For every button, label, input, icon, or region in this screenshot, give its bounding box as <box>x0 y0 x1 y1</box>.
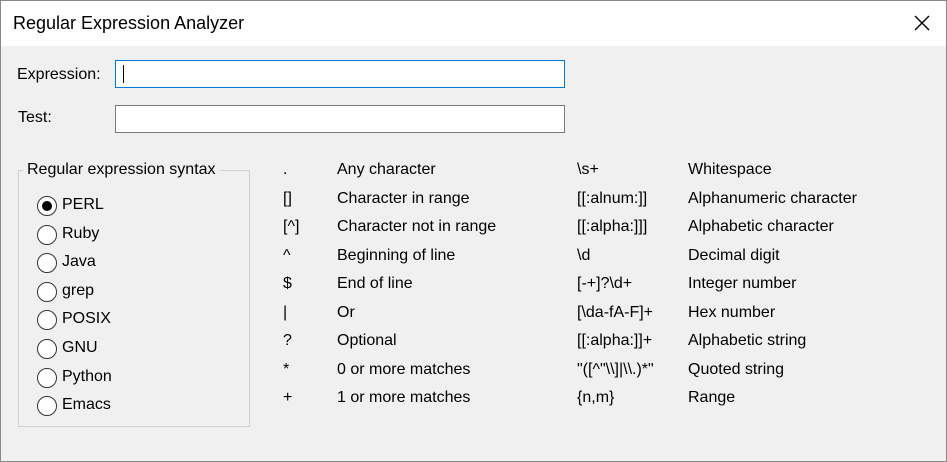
expression-input[interactable] <box>116 61 564 87</box>
radio-circle-icon[interactable] <box>37 367 57 388</box>
ref-description: Alphabetic character <box>688 218 834 235</box>
radio-option-label: POSIX <box>62 310 111 328</box>
test-input[interactable] <box>116 106 564 132</box>
test-label: Test: <box>18 109 52 126</box>
ref-description: Whitespace <box>688 161 772 178</box>
ref-symbol: ? <box>283 332 292 349</box>
text-caret <box>123 65 124 83</box>
ref-description: Alphabetic string <box>688 332 807 349</box>
radio-circle-icon[interactable] <box>37 196 57 216</box>
ref-symbol: * <box>283 360 290 378</box>
ref-description: Integer number <box>688 275 797 292</box>
ref-pattern: \s+ <box>577 161 599 178</box>
radio-option-label: Ruby <box>62 224 100 242</box>
ref-pattern: "([^"\\]|\\.)*" <box>577 360 654 378</box>
close-icon <box>914 15 930 31</box>
ref-description: Range <box>688 389 736 406</box>
ref-symbol: ^ <box>283 246 291 264</box>
ref-meaning: Any character <box>337 161 436 178</box>
ref-pattern: [\da-fA-F]+ <box>577 303 654 321</box>
ref-description: Hex number <box>688 303 776 321</box>
ref-meaning: 1 or more matches <box>337 389 471 406</box>
radio-circle-icon[interactable] <box>37 224 57 245</box>
close-button[interactable] <box>898 1 946 46</box>
ref-meaning: Character not in range <box>337 218 497 235</box>
ref-description: Quoted string <box>688 360 785 378</box>
ref-pattern: \d <box>577 246 591 264</box>
ref-symbol: [^] <box>283 218 300 235</box>
radio-circle-icon[interactable] <box>37 281 57 302</box>
radio-option-label: Java <box>62 253 96 271</box>
radio-circle-icon[interactable] <box>37 339 57 359</box>
ref-symbol: [] <box>283 189 292 207</box>
title-bar: Regular Expression Analyzer <box>1 1 946 46</box>
radio-option-label: grep <box>62 281 95 299</box>
ref-description: Decimal digit <box>688 246 780 264</box>
dialog-window: Regular Expression Analyzer Expression: … <box>0 0 947 462</box>
window-title: Regular Expression Analyzer <box>13 13 245 33</box>
ref-meaning: Beginning of line <box>337 246 456 264</box>
ref-description: Alphanumeric character <box>688 189 857 207</box>
ref-symbol: | <box>283 303 288 321</box>
ref-symbol: $ <box>283 275 292 292</box>
ref-symbol: . <box>283 161 288 178</box>
radio-option-label: PERL <box>62 196 104 213</box>
syntax-group-title: Regular expression syntax <box>23 161 220 179</box>
ref-meaning: 0 or more matches <box>337 360 471 378</box>
ref-pattern: [[:alnum:]] <box>577 189 648 207</box>
test-field-box <box>115 105 565 133</box>
radio-option-label: Emacs <box>62 396 111 414</box>
ref-pattern: {n,m} <box>577 389 615 406</box>
ref-pattern: [[:alpha:]]+ <box>577 332 653 349</box>
radio-option-label: Python <box>62 367 112 385</box>
ref-meaning: End of line <box>337 275 413 292</box>
ref-pattern: [[:alpha:]]] <box>577 218 648 235</box>
ref-meaning: Optional <box>337 332 397 349</box>
expression-label: Expression: <box>17 66 101 83</box>
radio-option-label: GNU <box>62 339 98 356</box>
expression-field-box <box>115 60 565 88</box>
ref-pattern: [-+]?\d+ <box>577 275 633 292</box>
ref-meaning: Character in range <box>337 189 470 207</box>
ref-meaning: Or <box>337 303 355 321</box>
ref-symbol: + <box>283 389 293 406</box>
radio-selected-dot-icon <box>42 201 52 211</box>
